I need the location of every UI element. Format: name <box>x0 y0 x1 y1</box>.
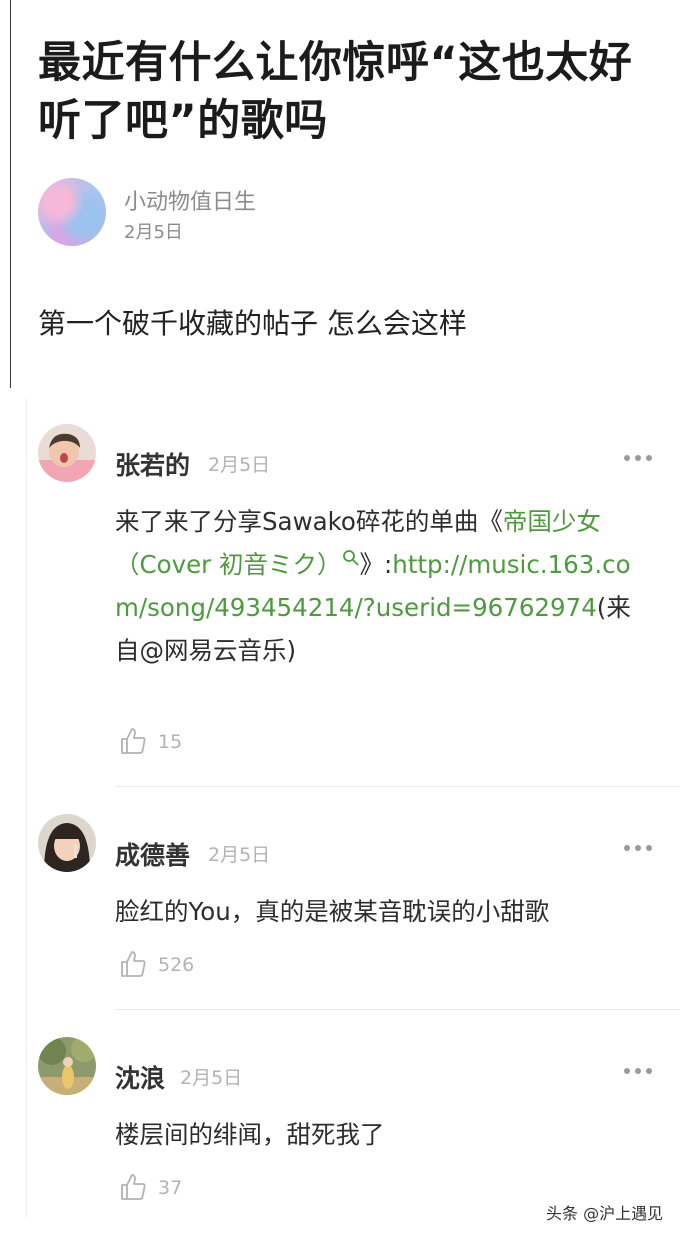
author-name[interactable]: 小动物值日生 <box>124 184 256 216</box>
comment-text-prefix: 来了来了分享Sawako碎花的单曲《 <box>115 507 503 536</box>
like-count: 37 <box>158 1177 183 1199</box>
comment-divider <box>115 786 680 787</box>
thumbs-up-icon <box>121 728 146 754</box>
more-dots-icon[interactable] <box>624 843 654 853</box>
post-date: 2月5日 <box>124 222 183 243</box>
like-count: 15 <box>158 731 183 753</box>
left-rule-faint <box>26 398 27 1218</box>
commenter-avatar[interactable] <box>38 424 96 482</box>
watermark: 头条 @沪上遇见 <box>546 1204 664 1223</box>
link-after: 》: <box>359 550 393 579</box>
comment-divider <box>115 1009 680 1010</box>
commenter-name[interactable]: 成德善 <box>115 836 190 872</box>
post-body: 第一个破千收藏的帖子 怎么会这样 <box>38 307 467 340</box>
comment-text: 来了来了分享Sawako碎花的单曲《帝国少女（Cover 初音ミク） 》:http… <box>115 500 655 672</box>
post-title: 最近有什么让你惊呼“这也太好听了吧”的歌吗 <box>38 38 633 146</box>
thumbs-up-icon <box>121 1174 146 1200</box>
thumbs-up-icon <box>121 951 146 977</box>
left-rule <box>10 0 11 388</box>
commenter-name[interactable]: 沈浪 <box>115 1059 165 1095</box>
like-count: 526 <box>158 954 195 976</box>
more-dots-icon[interactable] <box>624 1066 654 1076</box>
search-icon[interactable] <box>342 549 360 567</box>
commenter-avatar[interactable] <box>38 814 96 872</box>
comment-date: 2月5日 <box>180 1067 243 1089</box>
comment-text: 楼层间的绯闻，甜死我了 <box>115 1120 385 1149</box>
commenter-name[interactable]: 张若的 <box>115 446 190 482</box>
comment-date: 2月5日 <box>208 844 271 866</box>
comment-text: 脸红的You，真的是被某音耽误的小甜歌 <box>115 897 550 926</box>
commenter-avatar[interactable] <box>38 1037 96 1095</box>
comment-date: 2月5日 <box>208 454 271 476</box>
author-avatar[interactable] <box>38 178 106 246</box>
more-dots-icon[interactable] <box>624 453 654 463</box>
